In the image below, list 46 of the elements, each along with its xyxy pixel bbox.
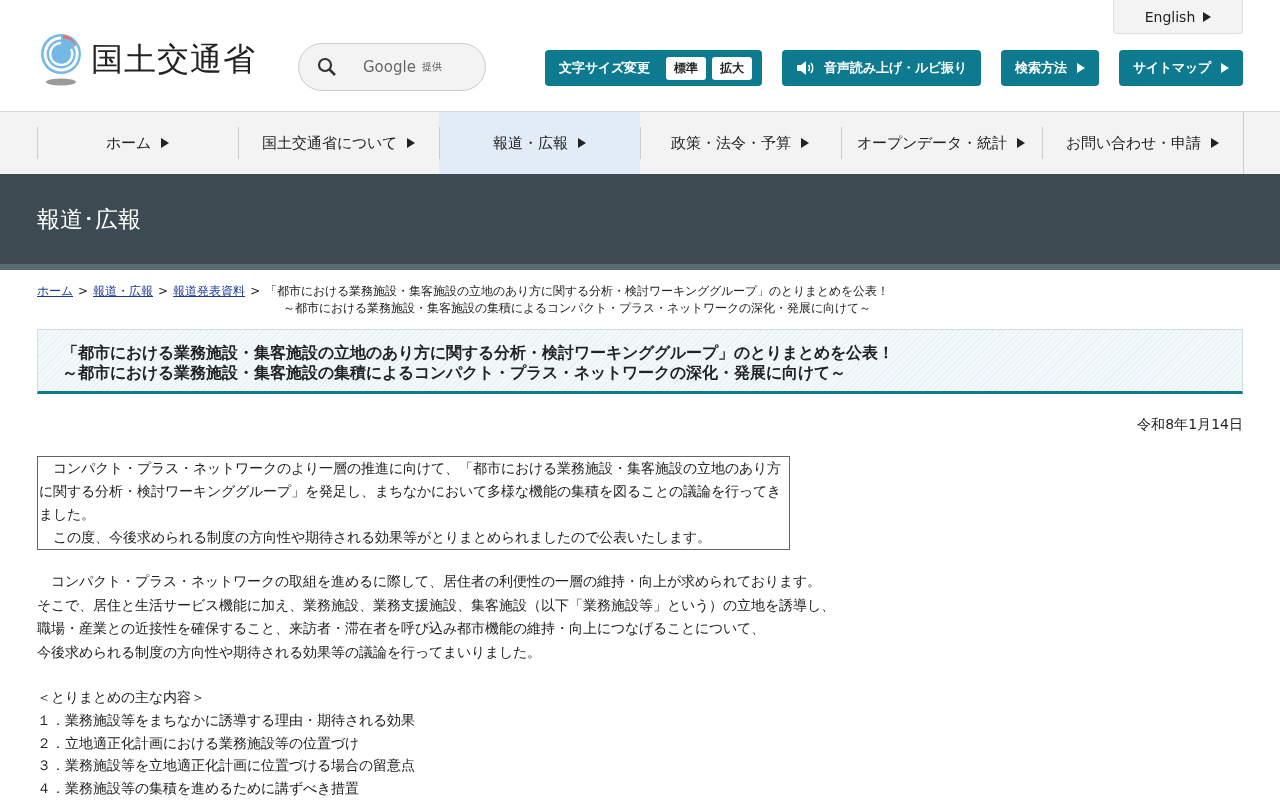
breadcrumb-link[interactable]: ホーム (37, 283, 73, 300)
triangle-icon (1077, 63, 1085, 73)
font-size-option[interactable]: 標準 (666, 56, 706, 80)
font-size-label: 文字サイズ変更 (559, 59, 650, 77)
toolbar-button[interactable]: 音声読み上げ・ルビ振り (782, 50, 981, 86)
contents-item: １．業務施設等をまちなかに誘導する理由・期待される効果 (37, 711, 416, 730)
english-link[interactable]: English (1113, 0, 1243, 34)
article-heading: 「都市における業務施設・集客施設の立地のあり方に関する分析・検討ワーキンググループ」のとりまとめを公表！ ～都市における業務施設・集客施設の集積によるコンパクト・プラス・ネットワークの深化・発展に向けて～ (37, 329, 1243, 394)
nav-tab[interactable]: 政策・法令・予算 (639, 112, 841, 174)
contents-item: ４．業務施設等の集積を進めるために講ずべき措置 (37, 778, 360, 798)
nav-tab[interactable]: ホーム (36, 112, 238, 174)
breadcrumb-separator: > (158, 283, 169, 300)
breadcrumb-separator: > (250, 283, 261, 300)
triangle-icon (1017, 138, 1025, 148)
contents-item: ２．立地適正化計画における業務施設等の位置づけ (37, 733, 360, 753)
contents-item: ３．業務施設等を立地適正化計画に位置づける場合の留意点 (37, 756, 416, 775)
toolbar-button[interactable]: サイトマップ (1119, 50, 1243, 86)
toolbar-button[interactable]: 検索方法 (1001, 50, 1099, 86)
triangle-icon (1210, 138, 1219, 148)
breadcrumb-separator: > (78, 283, 89, 300)
body-paragraph: コンパクト・プラス・ネットワークの取組を進めるに際して、居住者の利便性の一層の維持・向上が求められております。 そこで、居住と生活サービス機能に加え、業務施設、業務支援施設、集客施設（以下「業務施設等」という）の立地を誘導し、 職場・産業との近接性を確保すること、来訪者・滞在者を呼び込み都市機能の維持・向上につなげることについて、 今後求められる制度の方向性や期待される効果等の議論を行ってまいりました。 (37, 572, 836, 662)
logo-text: 国土交通省 (91, 38, 256, 80)
summary-paragraph: コンパクト・プラス・ネットワークのより一層の推進に向けて、「都市における業務施設・集客施設の立地のあり方に関する分析・検討ワーキンググループ」を発足し、まちなかにおいて多様な機能の集積を図ることの議論を行ってきました。 (39, 459, 782, 524)
google-label: Google (363, 57, 416, 76)
triangle-icon (1203, 11, 1212, 22)
search-icon (317, 56, 337, 77)
triangle-icon (1221, 63, 1229, 73)
breadcrumb-current: 「都市における業務施設・集客施設の立地のあり方に関する分析・検討ワーキンググループ」のとりまとめを公表！ ～都市における業務施設・集客施設の集積によるコンパクト・プラス・ネットワークの深化・発展に向けて～ (265, 283, 890, 317)
speaker-icon (796, 60, 814, 76)
publish-date: 令和8年1月14日 (1136, 416, 1243, 434)
nav-tab[interactable]: 国土交通省について (237, 112, 439, 174)
breadcrumb-link[interactable]: 報道発表資料 (173, 283, 246, 300)
breadcrumb-link[interactable]: 報道・広報 (93, 283, 154, 300)
page-title: 報道･広報 (37, 204, 141, 234)
triangle-icon (801, 138, 809, 148)
provider-label: 提供 (421, 59, 442, 74)
triangle-icon (160, 138, 169, 148)
nav-tab[interactable]: 報道・広報 (438, 112, 640, 174)
nav-tab[interactable]: オープンデータ・統計 (840, 112, 1042, 174)
summary-paragraph: この度、今後求められる制度の方向性や期待される効果等がとりまとめられましたので公表いたします。 (52, 528, 712, 547)
triangle-icon (406, 138, 415, 148)
nav-tab[interactable]: お問い合わせ・申請 (1041, 112, 1243, 174)
contents-heading: ＜とりまとめの主な内容＞ (37, 688, 206, 707)
search-field[interactable]: Google 提供 (298, 42, 486, 91)
font-size-option[interactable]: 拡大 (712, 56, 752, 80)
triangle-icon (577, 138, 586, 148)
